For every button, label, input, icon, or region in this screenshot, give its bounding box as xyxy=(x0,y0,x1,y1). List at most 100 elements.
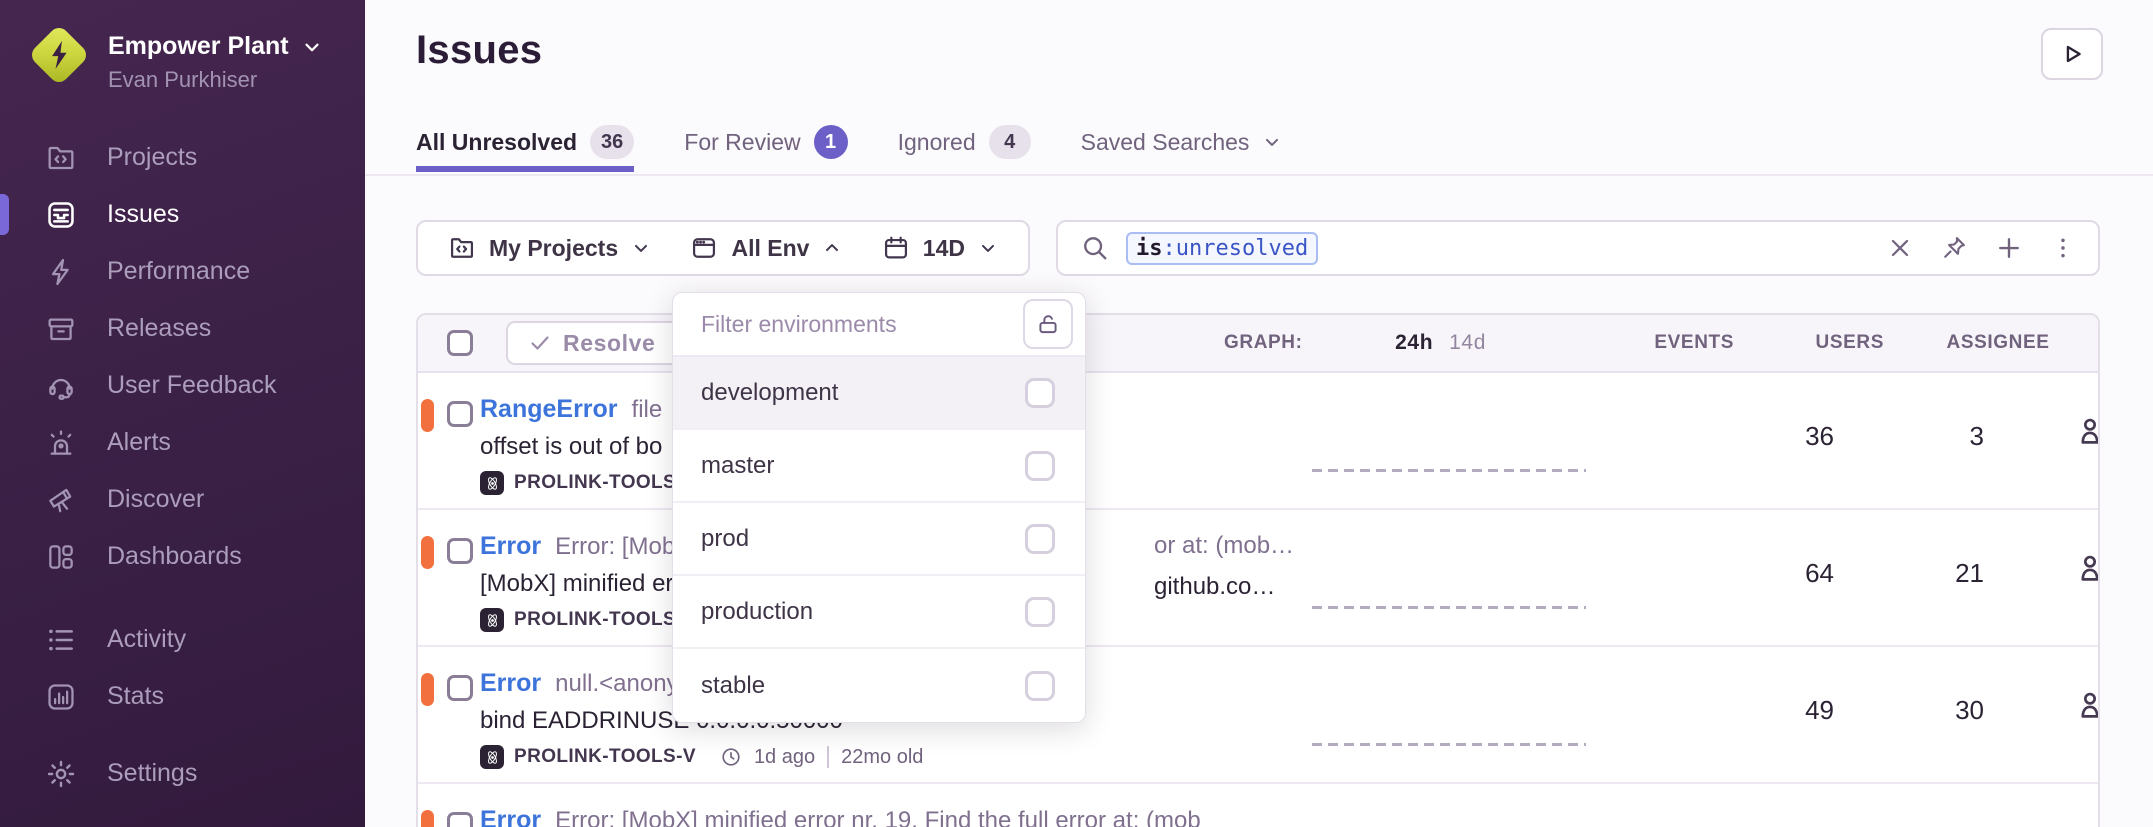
sidebar-item-releases[interactable]: Releases xyxy=(0,300,365,357)
app-root: Empower Plant Evan Purkhiser Projects Is… xyxy=(0,0,2153,827)
env-option-prod[interactable]: prod xyxy=(673,503,1085,576)
search-token: is:unresolved xyxy=(1126,232,1318,265)
project-tag: PROLINK-TOOLS-V xyxy=(480,745,696,769)
sidebar-item-dashboards[interactable]: Dashboards xyxy=(0,528,365,585)
env-option-development[interactable]: development xyxy=(673,357,1085,430)
clear-search-icon[interactable] xyxy=(1886,234,1914,262)
assignee-selector[interactable] xyxy=(2008,550,2100,586)
pin-search-icon[interactable] xyxy=(1940,234,1968,262)
issue-times: 1d ago 22mo old xyxy=(720,746,923,769)
performance-icon xyxy=(45,256,77,288)
user-avatar-icon xyxy=(2072,413,2100,449)
tab-for-review[interactable]: For Review 1 xyxy=(684,120,847,172)
assignee-selector[interactable] xyxy=(2008,687,2100,723)
folder-code-icon xyxy=(448,234,476,262)
resolve-button[interactable]: Resolve xyxy=(508,323,675,363)
pin-filter-button[interactable] xyxy=(1023,299,1073,349)
sidebar-item-label: Settings xyxy=(107,759,197,788)
env-option-checkbox[interactable] xyxy=(1025,671,1055,701)
time-divider xyxy=(827,746,829,768)
issue-culprit: Error: [MobX] minified error nr. 19. Fin… xyxy=(555,807,1201,827)
page-filters: My Projects All Env 14D xyxy=(416,220,1030,276)
project-filter-trigger[interactable]: My Projects xyxy=(448,234,651,262)
page-title: Issues xyxy=(416,28,542,73)
issue-row: Error Error: [MobX] minified error nr. 1… xyxy=(418,784,2098,827)
atom-project-icon xyxy=(480,608,504,632)
sidebar-item-settings[interactable]: Settings xyxy=(0,745,365,802)
assignee-selector[interactable] xyxy=(2008,413,2100,449)
graph-14d-toggle[interactable]: 14d xyxy=(1449,331,1486,355)
add-search-icon[interactable] xyxy=(1994,233,2024,263)
chevron-down-icon xyxy=(631,238,651,258)
issue-graph xyxy=(1312,373,1682,510)
env-option-checkbox[interactable] xyxy=(1025,524,1055,554)
user-feedback-icon xyxy=(45,370,77,402)
sidebar-item-alerts[interactable]: Alerts xyxy=(0,414,365,471)
graph-24h-toggle[interactable]: 24h xyxy=(1395,331,1433,355)
overflow-menu-icon[interactable] xyxy=(2050,235,2076,261)
org-switcher[interactable]: Empower Plant Evan Purkhiser xyxy=(0,0,365,93)
sidebar-item-projects[interactable]: Projects xyxy=(0,129,365,186)
last-seen: 1d ago xyxy=(754,746,815,769)
sidebar-item-discover[interactable]: Discover xyxy=(0,471,365,528)
releases-icon xyxy=(45,313,77,345)
window-icon xyxy=(690,234,718,262)
sidebar-item-performance[interactable]: Performance xyxy=(0,243,365,300)
sidebar-item-issues[interactable]: Issues xyxy=(0,186,365,243)
activity-icon xyxy=(45,624,77,656)
env-option-checkbox[interactable] xyxy=(1025,378,1055,408)
project-filter-label: My Projects xyxy=(489,235,618,262)
issue-title-link[interactable]: Error xyxy=(480,532,541,561)
environment-filter-input[interactable]: Filter environments xyxy=(701,311,897,338)
error-level-bar xyxy=(421,536,434,569)
issue-title-link[interactable]: Error xyxy=(480,806,541,827)
issue-title-link[interactable]: Error xyxy=(480,669,541,698)
tab-all-unresolved[interactable]: All Unresolved 36 xyxy=(416,120,634,172)
org-name: Empower Plant xyxy=(108,32,289,61)
select-all-checkbox[interactable] xyxy=(447,330,473,356)
env-option-master[interactable]: master xyxy=(673,430,1085,503)
search-input[interactable]: is:unresolved xyxy=(1056,220,2100,276)
row-checkbox[interactable] xyxy=(447,812,473,827)
row-checkbox[interactable] xyxy=(447,401,473,427)
play-icon xyxy=(2058,40,2086,68)
tab-saved-searches[interactable]: Saved Searches xyxy=(1081,120,1283,172)
events-column-header: EVENTS xyxy=(1582,332,1758,354)
sidebar-item-label: Performance xyxy=(107,257,250,286)
tab-ignored[interactable]: Ignored 4 xyxy=(898,120,1031,172)
calendar-icon xyxy=(882,234,910,262)
error-level-bar xyxy=(421,673,434,706)
users-count: 21 xyxy=(1858,558,2008,589)
issue-row: Error Error: [Mob [MobX] minified er PRO… xyxy=(418,510,2098,647)
row-checkbox[interactable] xyxy=(447,675,473,701)
user-avatar-icon xyxy=(2072,687,2100,723)
users-count: 30 xyxy=(1858,695,2008,726)
dashboards-icon xyxy=(45,541,77,573)
env-option-checkbox[interactable] xyxy=(1025,597,1055,627)
error-level-bar xyxy=(421,810,434,827)
sparkline-placeholder xyxy=(1312,743,1586,746)
sidebar-item-label: Stats xyxy=(107,682,164,711)
stats-icon xyxy=(45,681,77,713)
replay-tour-button[interactable] xyxy=(2041,28,2103,80)
sidebar-item-activity[interactable]: Activity xyxy=(0,611,365,668)
environment-filter-trigger[interactable]: All Env xyxy=(690,234,842,262)
events-count: 49 xyxy=(1682,695,1858,726)
env-option-checkbox[interactable] xyxy=(1025,451,1055,481)
issue-title-link[interactable]: RangeError xyxy=(480,395,618,424)
sidebar-item-label: Projects xyxy=(107,143,197,172)
tab-count-badge: 36 xyxy=(590,125,634,159)
alerts-icon xyxy=(45,427,77,459)
environment-filter-label: All Env xyxy=(731,235,809,262)
env-option-production[interactable]: production xyxy=(673,576,1085,649)
env-option-stable[interactable]: stable xyxy=(673,649,1085,722)
date-filter-trigger[interactable]: 14D xyxy=(882,234,998,262)
row-checkbox[interactable] xyxy=(447,538,473,564)
tab-label: All Unresolved xyxy=(416,129,577,156)
sidebar-item-stats[interactable]: Stats xyxy=(0,668,365,725)
graph-column-header: GRAPH: 24h 14d xyxy=(1212,331,1582,355)
tab-label: Ignored xyxy=(898,129,976,156)
sidebar-item-user-feedback[interactable]: User Feedback xyxy=(0,357,365,414)
issue-culprit: null.<anony xyxy=(555,670,678,698)
environment-dropdown: Filter environments development master p… xyxy=(672,292,1086,723)
